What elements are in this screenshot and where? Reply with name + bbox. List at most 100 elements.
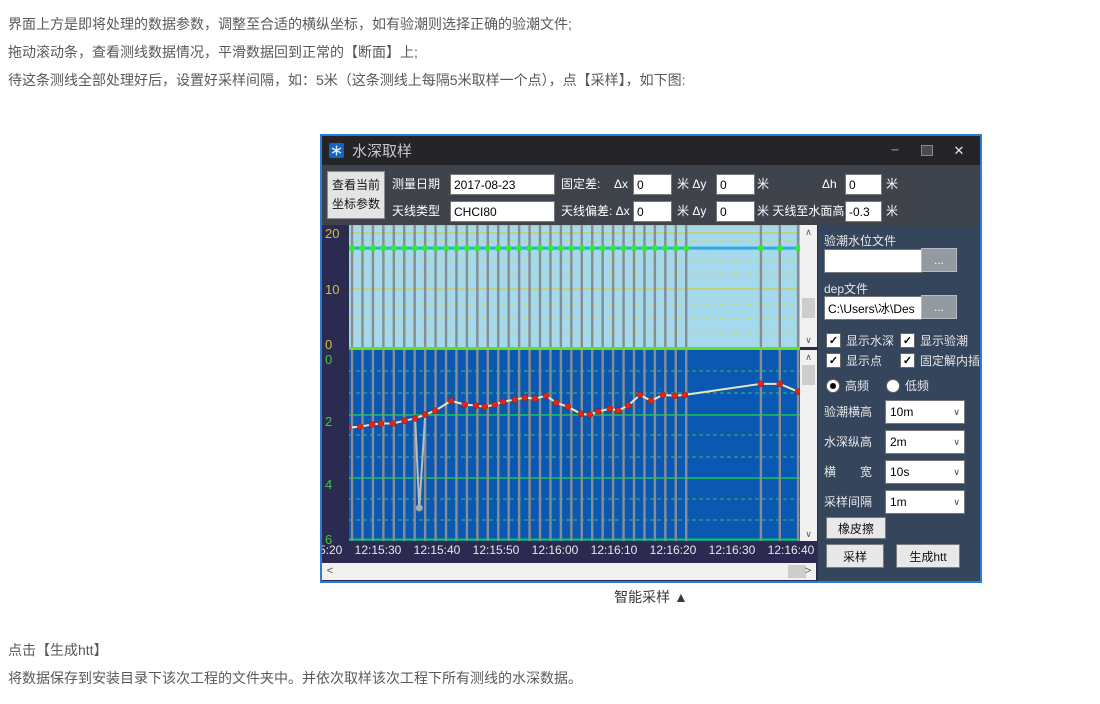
params-panel: 查看当前坐标参数 测量日期 固定差: Δx 米 Δy 米 Δh 米 天线类型 天…	[322, 165, 980, 225]
x-tick-label: 12:15:50	[473, 543, 520, 557]
scroll-left-icon[interactable]: <	[323, 563, 337, 580]
depth-y-tick-label: 0	[325, 352, 347, 367]
show-depth-checkbox[interactable]: 显示水深	[826, 332, 894, 349]
sample-button[interactable]: 采样	[826, 544, 884, 568]
horizontal-scrollbar[interactable]: < >	[322, 563, 816, 580]
intro-line-3: 待这条测线全部处理好后，设置好采样间隔，如：5米（这条测线上每隔5米取样一个点）…	[8, 70, 685, 90]
scroll-right-icon[interactable]: >	[801, 563, 815, 580]
scroll-down-icon[interactable]: ∨	[800, 527, 817, 541]
tide-chart-plot[interactable]	[349, 225, 800, 347]
meter-label: 米	[886, 201, 898, 222]
checkbox-checked-icon[interactable]	[900, 353, 915, 368]
date-input[interactable]	[450, 174, 555, 195]
high-freq-radio[interactable]: 高频	[826, 377, 869, 394]
checkbox-checked-icon[interactable]	[826, 333, 841, 348]
antenna-type-label: 天线类型	[392, 201, 440, 222]
radio-selected-icon[interactable]	[826, 379, 840, 393]
window-titlebar[interactable]: 水深取样	[322, 136, 980, 165]
intro-line-2: 拖动滚动条，查看测线数据情况，平滑数据回到正常的【断面】上;	[8, 42, 418, 62]
checkbox-checked-icon[interactable]	[826, 353, 841, 368]
chevron-down-icon: ∨	[953, 437, 960, 448]
time-axis: 12:15:20 12:15:30 12:15:40 12:15:50 12:16:00…	[322, 541, 818, 561]
scroll-up-icon[interactable]: ∧	[800, 225, 817, 239]
eraser-button[interactable]: 橡皮擦	[826, 517, 886, 539]
depth-chart-plot[interactable]	[349, 350, 800, 541]
x-tick-label: 12:16:10	[591, 543, 638, 557]
outro-line-2: 将数据保存到安装目录下该次工程的文件夹中。并依次取样该次工程下所有测线的水深数据…	[8, 668, 582, 688]
depth-y-tick-label: 2	[325, 414, 347, 429]
tide-file-input[interactable]	[824, 249, 922, 273]
generate-htt-button[interactable]: 生成htt	[896, 544, 960, 568]
x-tick-label: 12:15:30	[355, 543, 402, 557]
x-tick-label: 12:16:40	[768, 543, 815, 557]
x-tick-label: 12:15:40	[414, 543, 461, 557]
fixed-dx-input[interactable]	[633, 174, 672, 195]
smart-sampling-toggle[interactable]: 智能采样 ▲	[320, 587, 982, 607]
sample-interval-label: 采样间隔	[824, 493, 872, 510]
chevron-down-icon: ∨	[953, 497, 960, 508]
meter-label: 米	[757, 174, 769, 195]
horizontal-width-label: 横 宽	[824, 463, 872, 480]
show-tide-checkbox[interactable]: 显示验潮	[900, 332, 968, 349]
dep-file-label: dep文件	[824, 280, 868, 297]
m-dy-label: 米 Δy	[677, 201, 706, 222]
depth-scale-label: 水深纵高	[824, 433, 872, 450]
browse-tide-file-button[interactable]: ...	[921, 248, 957, 272]
checkbox-checked-icon[interactable]	[900, 333, 915, 348]
params-row-1: 测量日期 固定差: Δx 米 Δy 米 Δh 米	[322, 174, 980, 195]
x-tick-label: 12:16:20	[650, 543, 697, 557]
horizontal-width-select[interactable]: 10s∨	[885, 460, 965, 484]
tide-y-tick-label: 20	[325, 226, 347, 241]
antenna-type-input[interactable]	[450, 201, 555, 222]
page: 界面上方是即将处理的数据参数，调整至合适的横纵坐标，如有验潮则选择正确的验潮文件…	[0, 0, 1100, 704]
tide-vertical-scrollbar[interactable]: ∧ ∨	[800, 225, 817, 347]
window-controls	[886, 142, 980, 160]
tide-y-tick-label: 0	[325, 337, 347, 352]
m-dy-label: 米 Δy	[677, 174, 706, 195]
side-panel: 验潮水位文件 ... dep文件 ... 显示水深 显示验潮 显示点	[818, 225, 980, 581]
low-freq-radio[interactable]: 低频	[886, 377, 929, 394]
window-title: 水深取样	[352, 140, 412, 161]
outro-line-1: 点击【生成htt】	[8, 640, 108, 660]
dx-label: Δx	[614, 174, 628, 195]
depth-y-tick-label: 4	[325, 477, 347, 492]
antenna-dy-input[interactable]	[716, 201, 755, 222]
scrollbar-thumb[interactable]	[802, 298, 815, 318]
tide-file-label: 验潮水位文件	[824, 232, 896, 249]
fixed-diff-label: 固定差:	[561, 174, 600, 195]
main-area: 20100 0246 ∧ ∨ ∧ ∨ 12:15:2012:15:3012:15…	[322, 225, 980, 581]
x-tick-label: 12:16:00	[532, 543, 579, 557]
chevron-down-icon: ∨	[953, 467, 960, 478]
fixed-solution-interp-checkbox[interactable]: 固定解内插	[900, 352, 980, 369]
radio-icon[interactable]	[886, 379, 900, 393]
fixed-dy-input[interactable]	[716, 174, 755, 195]
antenna-offset-label: 天线偏差: Δx	[561, 201, 630, 222]
minimize-icon[interactable]	[886, 142, 904, 160]
close-icon[interactable]	[950, 142, 968, 160]
antenna-dx-input[interactable]	[633, 201, 672, 222]
date-label: 测量日期	[392, 174, 440, 195]
x-tick-label: 12:15:20	[322, 543, 342, 557]
antenna-height-label: 米 天线至水面高	[757, 201, 844, 222]
depth-scale-select[interactable]: 2m∨	[885, 430, 965, 454]
tide-width-select[interactable]: 10m∨	[885, 400, 965, 424]
antenna-height-input[interactable]	[845, 201, 882, 222]
sample-interval-select[interactable]: 1m∨	[885, 490, 965, 514]
dh-label: Δh	[822, 174, 837, 195]
fixed-dh-input[interactable]	[845, 174, 882, 195]
depth-vertical-scrollbar[interactable]: ∧ ∨	[800, 350, 817, 541]
maximize-icon[interactable]	[918, 142, 936, 160]
dep-file-input[interactable]	[824, 296, 922, 320]
scroll-down-icon[interactable]: ∨	[800, 333, 817, 347]
chart-area: 20100 0246 ∧ ∨ ∧ ∨ 12:15:2012:15:3012:15…	[322, 225, 818, 581]
scroll-up-icon[interactable]: ∧	[800, 350, 817, 364]
show-points-checkbox[interactable]: 显示点	[826, 352, 882, 369]
params-row-2: 天线类型 天线偏差: Δx 米 Δy 米 天线至水面高 米	[322, 201, 980, 222]
x-tick-label: 12:16:30	[709, 543, 756, 557]
browse-dep-file-button[interactable]: ...	[921, 295, 957, 319]
chevron-down-icon: ∨	[953, 407, 960, 418]
tide-width-label: 验潮横高	[824, 403, 872, 420]
tide-y-tick-label: 10	[325, 282, 347, 297]
snowflake-app-icon	[329, 143, 344, 158]
scrollbar-thumb[interactable]	[802, 365, 815, 385]
